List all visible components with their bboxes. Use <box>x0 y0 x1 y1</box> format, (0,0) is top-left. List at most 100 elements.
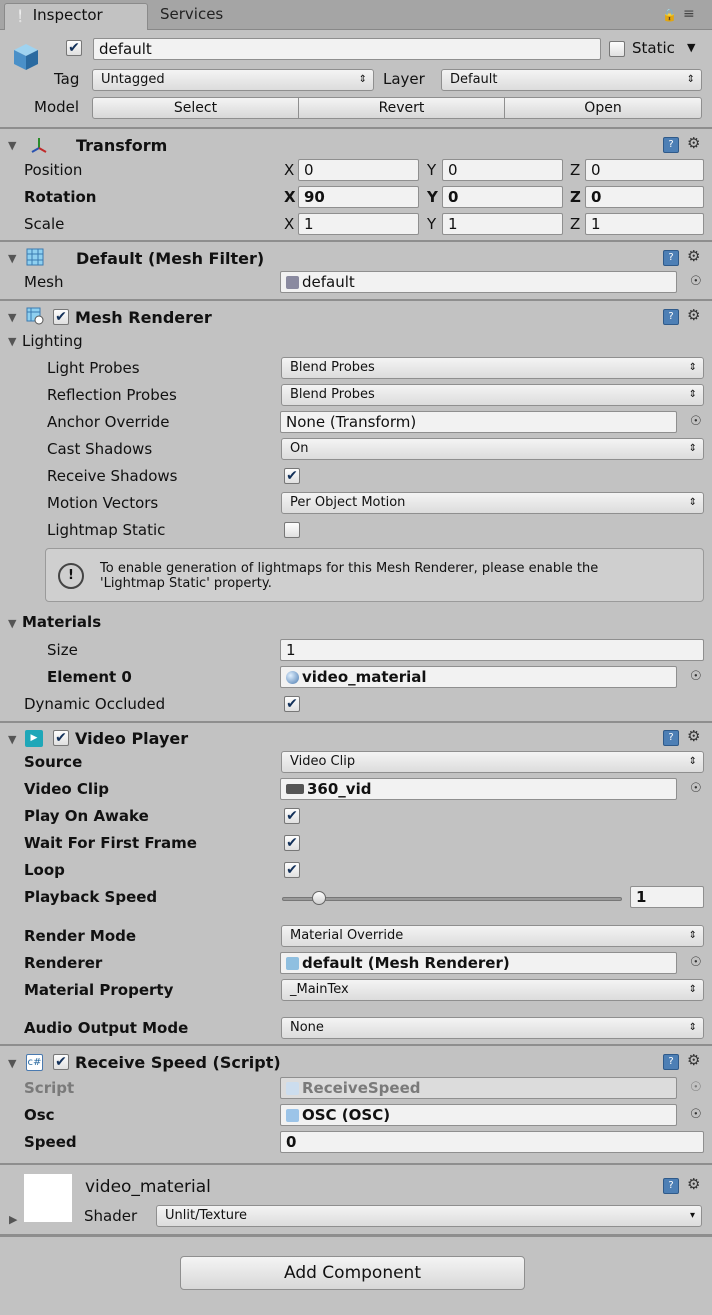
add-component-button[interactable]: Add Component <box>180 1256 525 1290</box>
material-property-dropdown[interactable]: _MainTex ⇕ <box>281 979 704 1001</box>
gear-icon[interactable]: ⚙ <box>687 306 700 324</box>
wait-first-frame-checkbox[interactable]: ✔ <box>284 835 300 851</box>
gear-icon[interactable]: ⚙ <box>687 727 700 745</box>
source-dropdown[interactable]: Video Clip ⇕ <box>281 751 704 773</box>
position-x-field[interactable]: 0 <box>298 159 419 181</box>
anchor-override-field[interactable]: None (Transform) <box>280 411 677 433</box>
materials-size-field[interactable]: 1 <box>280 639 704 661</box>
scale-y-field[interactable]: 1 <box>442 213 563 235</box>
static-checkbox[interactable] <box>609 41 625 57</box>
shader-label: Shader <box>84 1207 138 1225</box>
object-picker-icon[interactable]: ☉ <box>690 274 702 289</box>
mesh-filter-icon <box>26 248 44 266</box>
source-label: Source <box>24 753 83 771</box>
help-book-icon[interactable]: ? <box>663 309 679 325</box>
active-checkbox[interactable]: ✔ <box>66 40 82 56</box>
foldout-arrow-icon[interactable]: ▼ <box>8 252 16 265</box>
scale-z-field[interactable]: 1 <box>585 213 704 235</box>
lighting-foldout-icon[interactable]: ▼ <box>8 335 16 348</box>
lock-icon[interactable]: 🔒 <box>662 8 677 22</box>
position-y-field[interactable]: 0 <box>442 159 563 181</box>
help-book-icon[interactable]: ? <box>663 730 679 746</box>
axis-z-label: Z <box>570 161 581 179</box>
receive-shadows-checkbox[interactable]: ✔ <box>284 468 300 484</box>
video-clip-label: Video Clip <box>24 780 109 798</box>
help-book-icon[interactable]: ? <box>663 1054 679 1070</box>
mesh-object-field[interactable]: default <box>280 271 677 293</box>
foldout-arrow-icon[interactable]: ▼ <box>8 311 16 324</box>
video-clip-value: 360_vid <box>307 780 372 798</box>
layer-dropdown[interactable]: Default ⇕ <box>441 69 702 91</box>
gear-icon[interactable]: ⚙ <box>687 1175 700 1193</box>
static-dropdown-arrow-icon[interactable]: ▼ <box>687 41 695 54</box>
menu-icon[interactable]: ≡ <box>683 6 695 22</box>
playback-speed-field[interactable]: 1 <box>630 886 704 908</box>
audio-output-value: None <box>290 1020 324 1035</box>
foldout-arrow-icon[interactable]: ▼ <box>8 139 16 152</box>
cast-shadows-dropdown[interactable]: On ⇕ <box>281 438 704 460</box>
wait-first-frame-label: Wait For First Frame <box>24 834 197 852</box>
playback-speed-slider-track[interactable] <box>282 897 622 901</box>
element0-material-field[interactable]: video_material <box>280 666 677 688</box>
materials-label[interactable]: Materials <box>22 613 101 631</box>
audio-output-dropdown[interactable]: None ⇕ <box>281 1017 704 1039</box>
materials-foldout-icon[interactable]: ▼ <box>8 617 16 630</box>
mesh-renderer-enabled-checkbox[interactable]: ✔ <box>53 309 69 325</box>
model-open-button[interactable]: Open <box>504 97 702 119</box>
help-book-icon[interactable]: ? <box>663 250 679 266</box>
transform-title: Transform <box>76 136 168 155</box>
help-book-icon[interactable]: ? <box>663 1178 679 1194</box>
lightmap-static-checkbox[interactable] <box>284 522 300 538</box>
video-player-enabled-checkbox[interactable]: ✔ <box>53 730 69 746</box>
object-picker-icon[interactable]: ☉ <box>690 414 702 429</box>
foldout-arrow-icon[interactable]: ▶ <box>9 1213 17 1226</box>
playback-speed-slider-thumb[interactable] <box>312 891 327 905</box>
receive-shadows-label: Receive Shadows <box>47 467 178 485</box>
tag-value: Untagged <box>101 72 165 87</box>
render-mode-label: Render Mode <box>24 927 137 945</box>
renderer-field[interactable]: default (Mesh Renderer) <box>280 952 677 974</box>
scale-x-field[interactable]: 1 <box>298 213 419 235</box>
object-name-field[interactable]: default <box>93 38 601 60</box>
motion-vectors-dropdown[interactable]: Per Object Motion ⇕ <box>281 492 704 514</box>
tag-dropdown[interactable]: Untagged ⇕ <box>92 69 374 91</box>
dropdown-arrows-icon: ⇕ <box>358 74 367 85</box>
receive-speed-enabled-checkbox[interactable]: ✔ <box>53 1054 69 1070</box>
play-on-awake-checkbox[interactable]: ✔ <box>284 808 300 824</box>
rotation-x-field[interactable]: 90 <box>298 186 419 208</box>
object-picker-icon[interactable]: ☉ <box>690 781 702 796</box>
mesh-value: default <box>302 273 355 291</box>
video-clip-field[interactable]: 360_vid <box>280 778 677 800</box>
model-revert-button[interactable]: Revert <box>298 97 505 119</box>
dynamic-occluded-checkbox[interactable]: ✔ <box>284 696 300 712</box>
object-picker-icon[interactable]: ☉ <box>690 955 702 970</box>
reflection-probes-dropdown[interactable]: Blend Probes ⇕ <box>281 384 704 406</box>
light-probes-dropdown[interactable]: Blend Probes ⇕ <box>281 357 704 379</box>
dropdown-arrows-icon: ⇕ <box>688 1022 697 1033</box>
gear-icon[interactable]: ⚙ <box>687 134 700 152</box>
material-property-label: Material Property <box>24 981 174 999</box>
foldout-arrow-icon[interactable]: ▼ <box>8 1057 16 1070</box>
object-picker-icon[interactable]: ☉ <box>690 669 702 684</box>
help-book-icon[interactable]: ? <box>663 137 679 153</box>
film-icon <box>286 784 304 794</box>
model-select-button[interactable]: Select <box>92 97 299 119</box>
rotation-z-field[interactable]: 0 <box>585 186 704 208</box>
cast-shadows-value: On <box>290 441 309 456</box>
lighting-label[interactable]: Lighting <box>22 332 83 350</box>
osc-field[interactable]: OSC (OSC) <box>280 1104 677 1126</box>
tab-inspector[interactable]: ❕ Inspector <box>4 3 148 30</box>
render-mode-dropdown[interactable]: Material Override ⇕ <box>281 925 704 947</box>
speed-field[interactable]: 0 <box>280 1131 704 1153</box>
gear-icon[interactable]: ⚙ <box>687 247 700 265</box>
object-picker-icon[interactable]: ☉ <box>690 1107 702 1122</box>
gear-icon[interactable]: ⚙ <box>687 1051 700 1069</box>
tab-services[interactable]: Services <box>152 3 231 30</box>
loop-checkbox[interactable]: ✔ <box>284 862 300 878</box>
renderer-value: default (Mesh Renderer) <box>302 954 510 972</box>
shader-dropdown[interactable]: Unlit/Texture ▾ <box>156 1205 702 1227</box>
rotation-y-field[interactable]: 0 <box>442 186 563 208</box>
foldout-arrow-icon[interactable]: ▼ <box>8 733 16 746</box>
position-z-field[interactable]: 0 <box>585 159 704 181</box>
materials-size-label: Size <box>47 641 78 659</box>
